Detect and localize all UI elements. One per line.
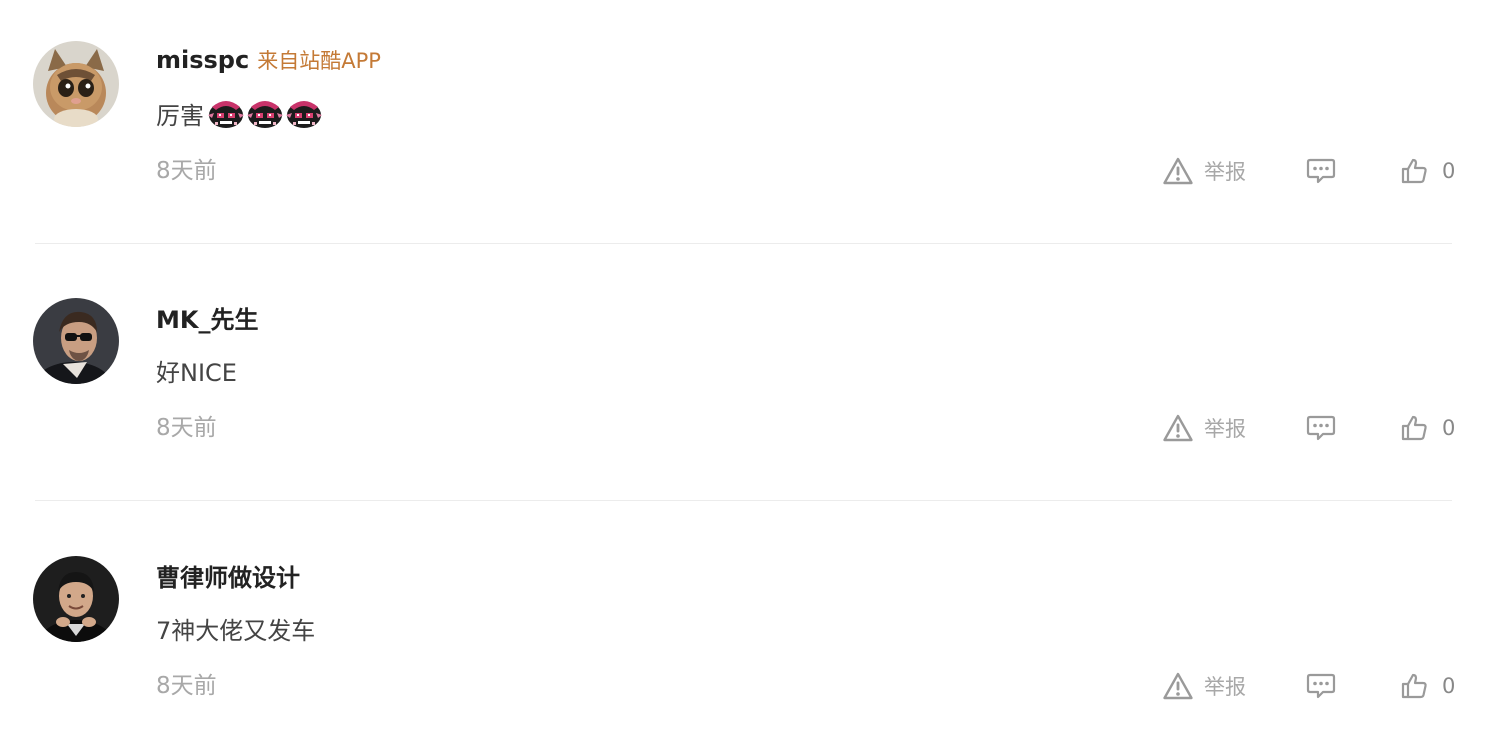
username[interactable]: misspc <box>156 46 249 74</box>
comment-item: 曹律师做设计 7神大佬又发车 8天前 举报 0 <box>0 515 1486 715</box>
chat-bubble-icon <box>1306 415 1336 441</box>
source-tag: 来自站酷APP <box>257 49 381 73</box>
divider <box>35 500 1452 501</box>
like-button[interactable]: 0 <box>1400 410 1455 446</box>
divider <box>35 243 1452 244</box>
pixel-emoji-icon <box>284 95 324 131</box>
report-label: 举报 <box>1204 417 1246 441</box>
comment-text-row: 好NICE <box>156 352 237 388</box>
comment-text: 7神大佬又发车 <box>156 616 316 645</box>
thumbs-up-icon <box>1401 415 1427 441</box>
reply-button[interactable] <box>1306 153 1336 189</box>
username[interactable]: MK_先生 <box>156 300 258 335</box>
avatar[interactable] <box>33 556 119 642</box>
comment-actions: 举报 0 <box>1160 410 1460 446</box>
user-line: MK_先生 <box>156 300 258 335</box>
cat-avatar-image <box>33 41 119 127</box>
reply-button[interactable] <box>1306 410 1336 446</box>
comment-actions: 举报 0 <box>1160 668 1460 704</box>
report-button[interactable]: 举报 <box>1162 153 1246 189</box>
man-sunglasses-avatar-image <box>33 298 119 384</box>
comment-item: misspc 来自站酷APP 厉害 8天前 举报 0 <box>0 0 1486 200</box>
avatar[interactable] <box>33 298 119 384</box>
report-button[interactable]: 举报 <box>1162 668 1246 704</box>
user-line: misspc 来自站酷APP <box>156 44 381 76</box>
report-label: 举报 <box>1204 160 1246 184</box>
like-count: 0 <box>1442 159 1456 183</box>
warning-triangle-icon <box>1163 672 1193 700</box>
like-count: 0 <box>1442 416 1456 440</box>
pixel-emoji-icon <box>245 95 285 131</box>
report-button[interactable]: 举报 <box>1162 410 1246 446</box>
avatar[interactable] <box>33 41 119 127</box>
like-button[interactable]: 0 <box>1400 668 1455 704</box>
like-button[interactable]: 0 <box>1400 153 1455 189</box>
report-label: 举报 <box>1204 675 1246 699</box>
warning-triangle-icon <box>1163 414 1193 442</box>
timestamp: 8天前 <box>156 415 217 441</box>
man-suit-avatar-image <box>33 556 119 642</box>
reply-button[interactable] <box>1306 668 1336 704</box>
timestamp: 8天前 <box>156 158 217 184</box>
chat-bubble-icon <box>1306 673 1336 699</box>
comment-actions: 举报 0 <box>1160 153 1460 189</box>
timestamp: 8天前 <box>156 673 217 699</box>
comment-text: 厉害 <box>156 101 204 130</box>
thumbs-up-icon <box>1401 158 1427 184</box>
thumbs-up-icon <box>1401 673 1427 699</box>
warning-triangle-icon <box>1163 157 1193 185</box>
comment-text-row: 厉害 <box>156 95 323 131</box>
comment-text-row: 7神大佬又发车 <box>156 610 315 646</box>
pixel-emoji-icon <box>206 95 246 131</box>
like-count: 0 <box>1442 674 1456 698</box>
comment-text: 好NICE <box>156 358 237 387</box>
chat-bubble-icon <box>1306 158 1336 184</box>
comment-item: MK_先生 好NICE 8天前 举报 0 <box>0 257 1486 457</box>
emoji-list <box>206 95 323 131</box>
username[interactable]: 曹律师做设计 <box>156 558 300 593</box>
user-line: 曹律师做设计 <box>156 558 300 593</box>
